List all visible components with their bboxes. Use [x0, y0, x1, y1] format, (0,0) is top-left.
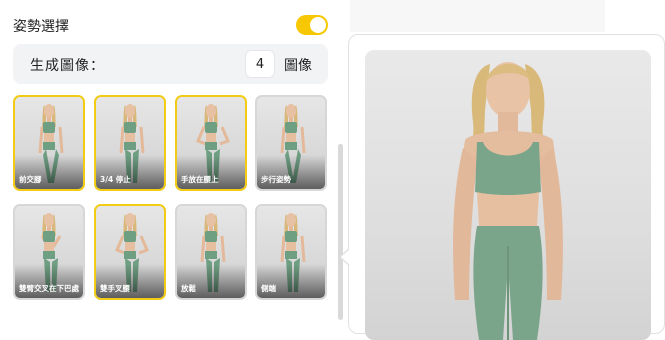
pose-card[interactable]: 放鬆 [175, 204, 247, 300]
pose-caption: 手放在腰上 [181, 175, 219, 184]
pose-caption: 步行姿勢 [261, 175, 291, 184]
scrollbar-thumb[interactable] [338, 144, 343, 320]
left-panel: 姿勢選擇 生成圖像： 4 圖像 前交腳 3/4 停止 手放在腰上 步行姿勢 雙臂… [0, 0, 343, 320]
pose-card[interactable]: 3/4 停止 [94, 95, 166, 191]
pose-card[interactable]: 前交腳 [13, 95, 85, 191]
pose-caption: 雙手叉腰 [100, 284, 130, 293]
pose-card[interactable]: 手放在腰上 [175, 95, 247, 191]
scrollbar[interactable] [338, 144, 343, 320]
pose-section-title: 姿勢選擇 [13, 19, 69, 35]
pose-card[interactable]: 步行姿勢 [255, 95, 327, 191]
pose-caption: 雙臂交叉在下巴處 [19, 284, 79, 293]
generate-count-row: 生成圖像： 4 圖像 [13, 44, 328, 84]
preview-pointer-inner [341, 249, 350, 265]
generate-unit: 圖像 [284, 58, 312, 74]
pose-card[interactable]: 雙臂交叉在下巴處 [13, 204, 85, 300]
pose-caption: 側端 [261, 284, 276, 293]
generate-label: 生成圖像： [30, 58, 105, 74]
pose-toggle[interactable] [296, 15, 328, 35]
pose-card[interactable]: 側端 [255, 204, 327, 300]
toggle-knob [310, 17, 326, 33]
pose-caption: 前交腳 [19, 175, 42, 184]
preview-image [365, 50, 651, 340]
generate-count-input[interactable]: 4 [245, 50, 275, 78]
top-bar-area [350, 0, 605, 32]
model-photo-illustration [453, 62, 563, 340]
pose-caption: 放鬆 [181, 284, 196, 293]
pose-caption: 3/4 停止 [100, 175, 131, 184]
pose-card[interactable]: 雙手叉腰 [94, 204, 166, 300]
